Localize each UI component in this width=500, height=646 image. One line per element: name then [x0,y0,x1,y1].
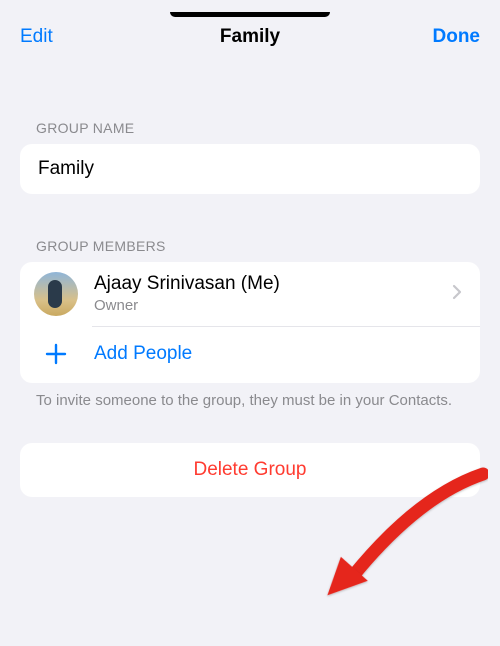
add-people-label: Add People [78,343,192,365]
add-people-row[interactable]: Add People [20,327,480,383]
member-text: Ajaay Srinivasan (Me) Owner [78,273,452,315]
done-button[interactable]: Done [420,26,480,48]
chevron-right-icon [452,284,466,305]
member-row[interactable]: Ajaay Srinivasan (Me) Owner [20,262,480,326]
page-title: Family [80,26,420,48]
group-name-header: GROUP NAME [0,120,500,144]
nav-bar: Edit Family Done [0,12,500,58]
device-notch [170,12,330,17]
group-members-footer: To invite someone to the group, they mus… [0,383,500,411]
delete-group-label: Delete Group [193,459,306,480]
modal-sheet: Edit Family Done GROUP NAME GROUP MEMBER… [0,12,500,634]
group-members-list: Ajaay Srinivasan (Me) Owner Add People [20,262,480,383]
edit-button[interactable]: Edit [20,26,80,48]
avatar [34,272,78,316]
member-name: Ajaay Srinivasan (Me) [94,273,452,296]
group-members-header: GROUP MEMBERS [0,238,500,262]
delete-group-button[interactable]: Delete Group [20,443,480,497]
group-name-cell [20,144,480,194]
plus-icon [34,343,78,365]
member-role: Owner [94,297,452,315]
group-name-input[interactable] [38,158,462,180]
